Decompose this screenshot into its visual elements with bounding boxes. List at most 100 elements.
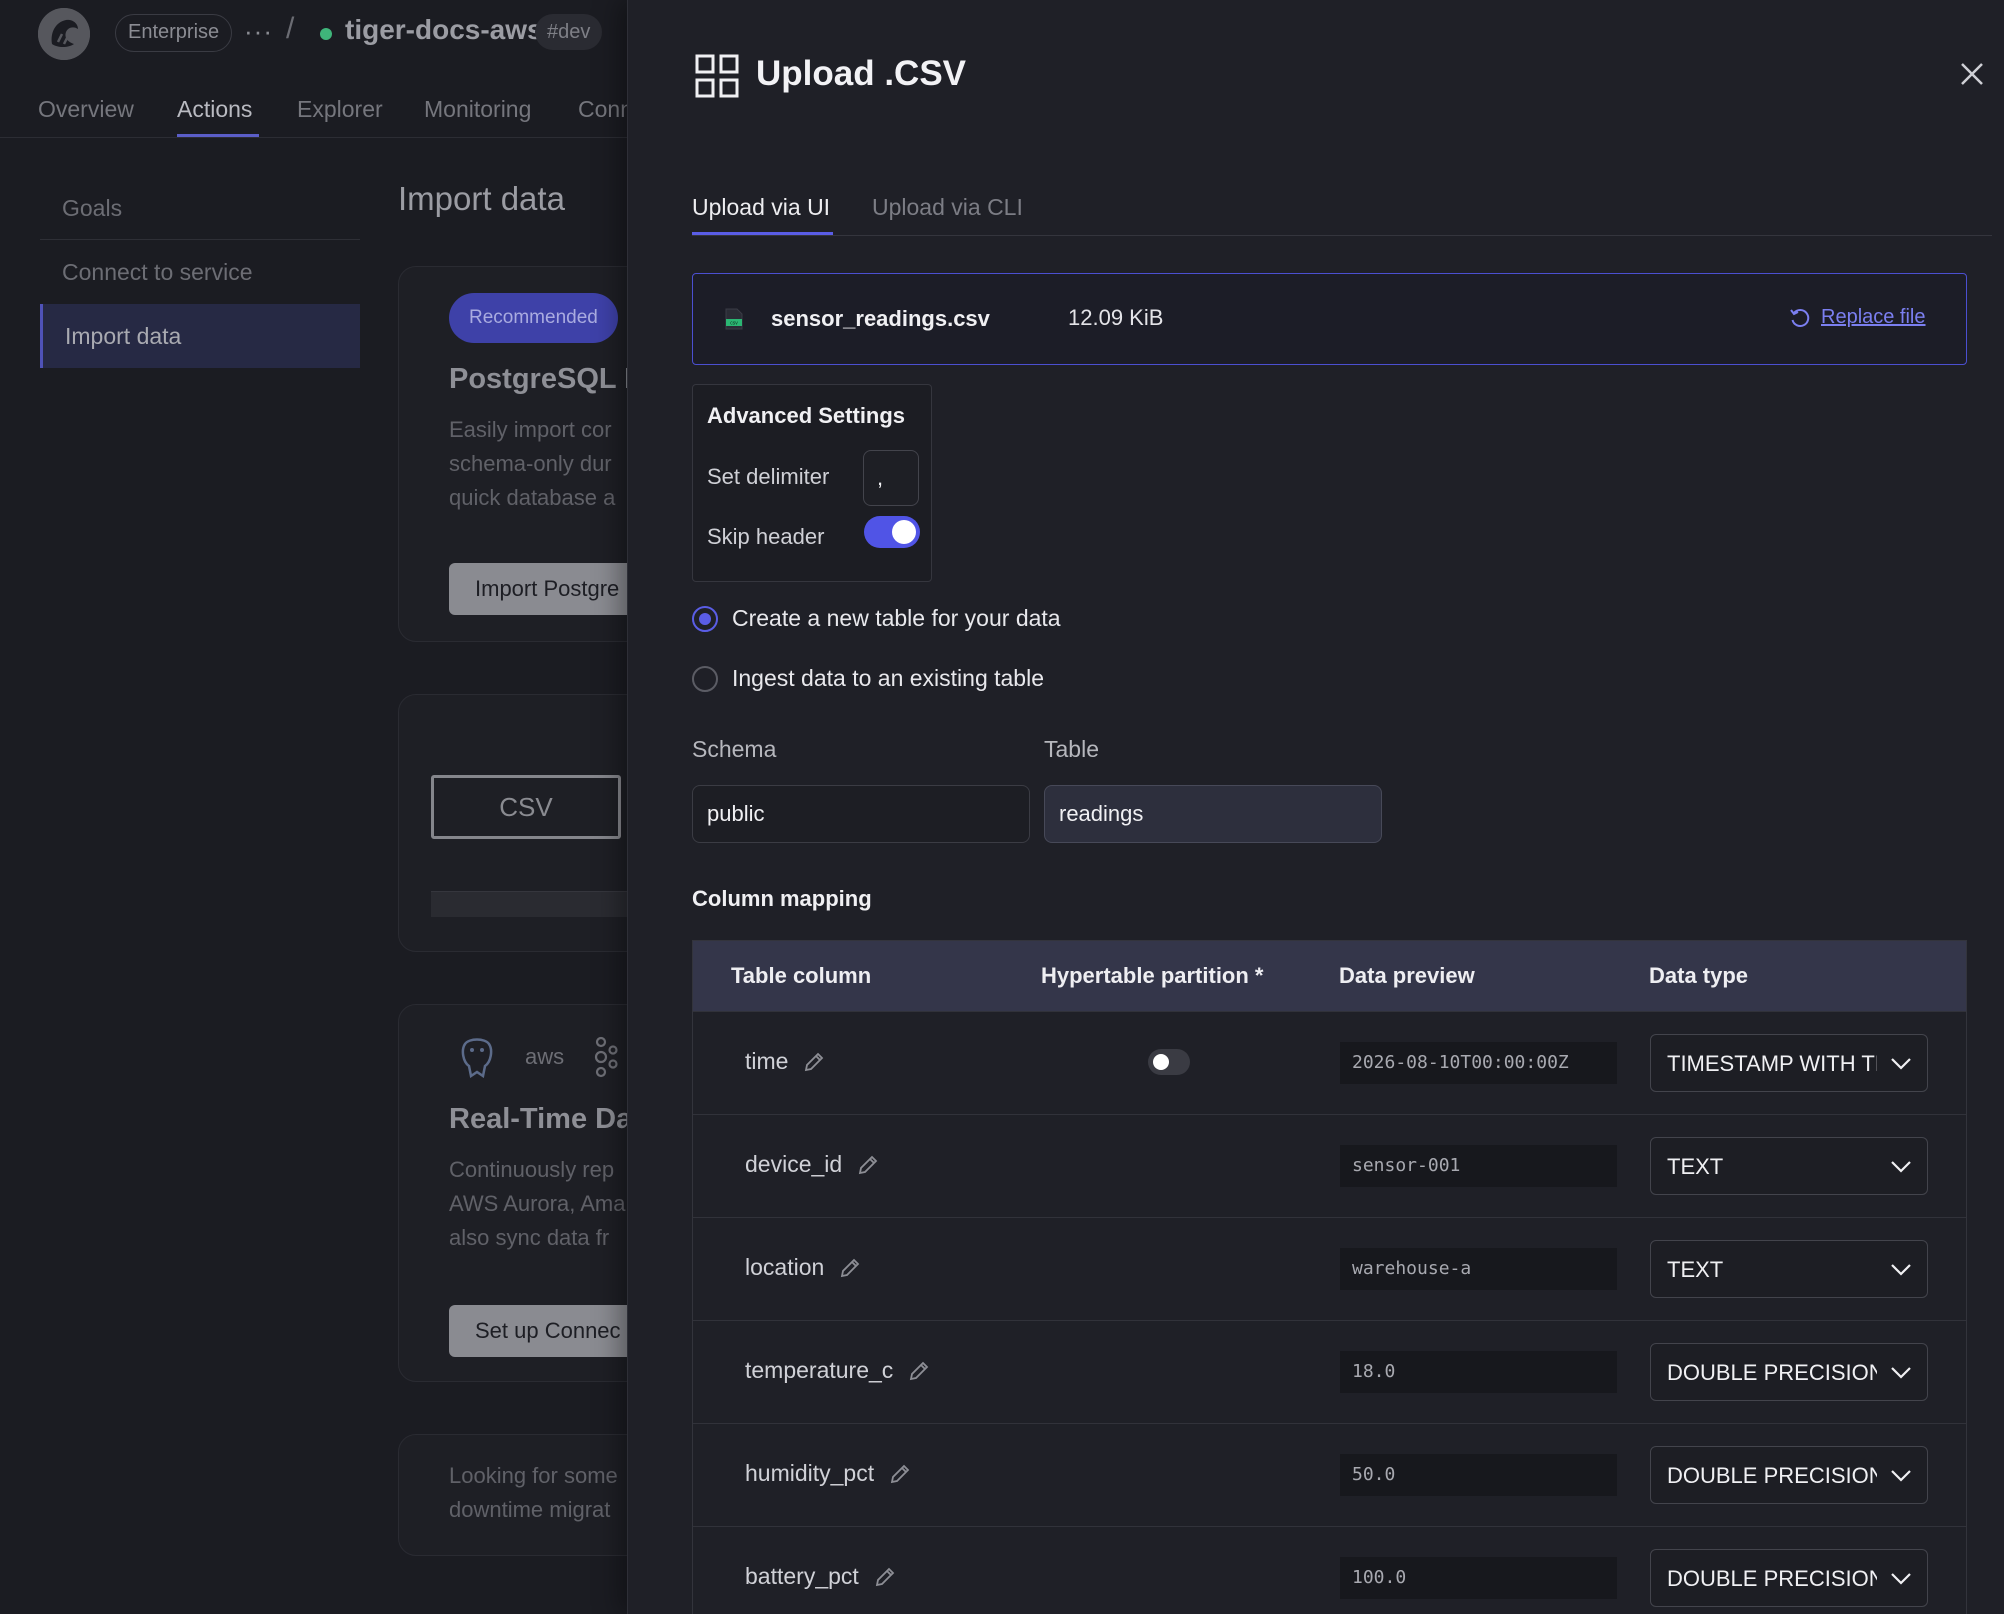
column-name-label: humidity_pct [745,1460,875,1486]
radio-unselected-icon[interactable] [692,665,718,692]
schema-input[interactable] [692,785,1030,843]
data-type-value: TIMESTAMP WITH TI [1667,1051,1877,1076]
integration-logos: aws [457,1035,618,1079]
column-name-label: temperature_c [745,1357,894,1383]
sidebar-item-label: Import data [65,323,182,349]
tab-upload-via-ui[interactable]: Upload via UI [692,194,830,221]
data-preview: 18.0 [1340,1351,1617,1393]
chevron-down-icon [1891,1573,1911,1585]
pencil-icon[interactable] [907,1359,931,1383]
column-name: location [745,1254,862,1281]
radio-ingest-existing-table[interactable]: Ingest data to an existing table [692,665,1044,692]
table-row: device_id sensor-001 TEXT [693,1114,1966,1217]
data-type-select[interactable]: TEXT [1650,1240,1928,1298]
column-name-label: time [745,1048,789,1074]
data-preview: sensor-001 [1340,1145,1617,1187]
active-tab-indicator [692,232,833,235]
data-type-value: DOUBLE PRECISION [1667,1566,1877,1591]
tab-upload-via-cli[interactable]: Upload via CLI [872,194,1023,221]
pencil-icon[interactable] [856,1153,880,1177]
data-type-value: TEXT [1667,1154,1724,1179]
skip-header-label: Skip header [707,524,825,549]
refresh-icon [1790,308,1810,327]
pencil-icon[interactable] [888,1462,912,1486]
table-row: humidity_pct 50.0 DOUBLE PRECISION [693,1423,1966,1526]
pencil-icon[interactable] [873,1565,897,1589]
data-preview: warehouse-a [1340,1248,1617,1290]
column-name: temperature_c [745,1357,931,1384]
grid-icon [695,54,739,98]
delimiter-input[interactable] [863,450,919,506]
file-icon-label: csv [730,321,738,327]
drawer-title: Upload .CSV [756,54,967,93]
app-logo-icon[interactable] [38,8,90,60]
sidebar-item-import-data[interactable]: Import data [40,304,360,368]
env-tag: #dev [535,14,603,50]
nav-divider [0,137,640,138]
skip-header-toggle[interactable] [864,516,920,548]
radio-label: Create a new table for your data [732,605,1061,631]
more-menu-icon[interactable]: ··· [244,16,273,47]
data-type-select[interactable]: DOUBLE PRECISION [1650,1343,1928,1401]
service-nav-tabs: Overview Actions Explorer Monitoring Con… [0,90,640,138]
chevron-down-icon [1891,1367,1911,1379]
header-data-preview: Data preview [1339,963,1475,988]
tab-connect[interactable]: Conn [578,96,633,123]
org-pill[interactable]: Enterprise [115,14,233,52]
table-name-input[interactable] [1044,785,1382,843]
advanced-settings-title: Advanced Settings [707,403,906,428]
file-name: sensor_readings.csv [771,306,990,331]
data-preview: 50.0 [1340,1454,1617,1496]
upload-method-tabs: Upload via UI Upload via CLI [692,190,1992,236]
header-data-type: Data type [1649,963,1749,988]
sidebar-item-goals[interactable]: Goals [40,176,360,240]
chevron-down-icon [1891,1058,1911,1070]
data-type-select[interactable]: DOUBLE PRECISION [1650,1446,1928,1504]
data-type-select[interactable]: TEXT [1650,1137,1928,1195]
page-title: Import data [398,180,565,217]
pencil-icon[interactable] [838,1256,862,1280]
column-mapping-title: Column mapping [692,886,872,911]
table-row: battery_pct 100.0 DOUBLE PRECISION [693,1526,1966,1614]
csv-option[interactable]: CSV [431,775,621,839]
tab-actions[interactable]: Actions [177,96,252,123]
card-desc-line: Easily import cor [449,417,612,442]
breadcrumb-separator: / [286,12,295,45]
tab-monitoring[interactable]: Monitoring [424,96,531,123]
pencil-icon[interactable] [802,1050,826,1074]
close-icon[interactable] [1958,60,1986,88]
data-preview: 100.0 [1340,1557,1617,1599]
column-name: battery_pct [745,1563,897,1590]
header-table-column: Table column [731,963,872,988]
project-name[interactable]: tiger-docs-aws [345,14,543,46]
chevron-down-icon [1891,1161,1911,1173]
column-name: time [745,1048,826,1075]
column-name-label: battery_pct [745,1563,859,1589]
replace-file-label[interactable]: Replace file [1821,306,1926,329]
card-desc-line: schema-only dur [449,451,612,476]
data-type-select[interactable]: TIMESTAMP WITH TI [1650,1034,1928,1092]
data-preview: 2026-08-10T00:00:00Z [1340,1042,1617,1084]
column-name: humidity_pct [745,1460,912,1487]
delimiter-label: Set delimiter [707,464,830,489]
sidebar-item-connect-to-service[interactable]: Connect to service [40,240,360,304]
advanced-settings-panel: Advanced Settings Set delimiter Skip hea… [692,384,932,582]
sidebar-item-label: Goals [62,195,123,221]
radio-selected-icon[interactable] [692,605,718,632]
hypertable-partition-toggle[interactable] [1148,1049,1190,1075]
column-name-label: device_id [745,1151,843,1177]
data-type-select[interactable]: DOUBLE PRECISION [1650,1549,1928,1607]
table-row: time 2026-08-10T00:00:00Z TIMESTAMP WITH… [693,1011,1966,1114]
header-hypertable-partition: Hypertable partition * [1041,963,1264,988]
replace-file-button[interactable]: Replace file [1789,306,1926,329]
sidebar-item-label: Connect to service [62,259,253,285]
card-desc-line: Continuously rep [449,1157,615,1182]
tab-overview[interactable]: Overview [38,96,134,123]
data-type-value: DOUBLE PRECISION [1667,1360,1877,1385]
data-type-value: TEXT [1667,1257,1724,1282]
tab-explorer[interactable]: Explorer [297,96,383,123]
file-size: 12.09 KiB [1068,305,1164,330]
upload-csv-drawer: Upload .CSV Upload via UI Upload via CLI… [627,0,2004,1614]
radio-create-new-table[interactable]: Create a new table for your data [692,605,1061,632]
table-row: location warehouse-a TEXT [693,1217,1966,1320]
